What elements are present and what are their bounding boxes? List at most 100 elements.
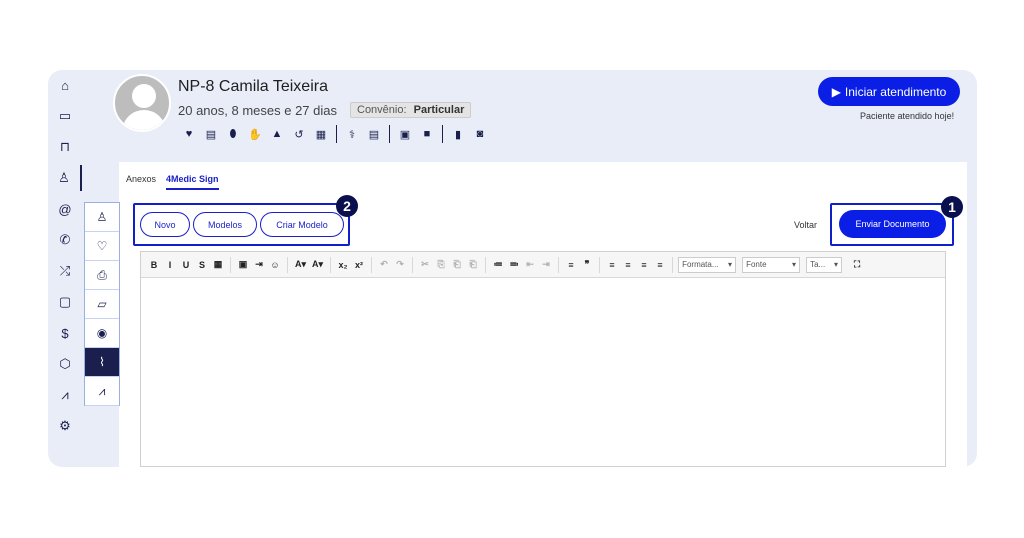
book-icon[interactable]: ▮: [447, 126, 469, 142]
rich-text-editor[interactable]: B I U S ▦ ▣ ⇥ ☺ A▾ A▾ x₂ x² ↶ ↷ ✂ ⎘ ⎗ ⎗ ≔ ≕ ⇤ ⇥ ≡ ❞ ≡ ≡ ≡ ≡ Formata.…: [140, 251, 946, 467]
toolbar-divider: [442, 125, 443, 143]
toolbar-button[interactable]: ↶: [377, 257, 391, 273]
format-select-label: Formata...: [682, 260, 719, 269]
voltar-link[interactable]: Voltar: [794, 220, 817, 230]
modelos-button[interactable]: Modelos: [193, 212, 257, 237]
clipboard-icon[interactable]: ▤: [200, 126, 222, 142]
sofa-icon[interactable]: ⊓: [48, 134, 82, 160]
clipboard-icon[interactable]: ▢: [48, 289, 82, 315]
toolbar-button[interactable]: ⎘: [434, 257, 448, 273]
step-badge-2: 2: [336, 195, 358, 217]
criar-modelo-button[interactable]: Criar Modelo: [260, 212, 344, 237]
font-select[interactable]: Fonte ▾: [742, 256, 801, 273]
start-appointment-button[interactable]: ▶ Iniciar atendimento: [818, 77, 960, 106]
subnav-chart-icon[interactable]: ⩘: [85, 377, 119, 406]
phone-icon[interactable]: ✆: [48, 227, 82, 253]
toolbar-button[interactable]: ⎗: [450, 257, 464, 273]
pill-icon[interactable]: ⬮: [222, 126, 244, 142]
toolbar-button[interactable]: ⇥: [252, 257, 266, 273]
shuffle-icon[interactable]: ⤮: [48, 258, 82, 284]
format-select[interactable]: Formata... ▾: [678, 256, 737, 273]
stethoscope-icon[interactable]: ⚕: [341, 126, 363, 142]
toolbar-button[interactable]: A▾: [310, 257, 325, 273]
subnav-camera-icon[interactable]: ◉: [85, 319, 119, 348]
toolbar-button[interactable]: ≡: [605, 257, 619, 273]
toolbar-button[interactable]: ▦: [211, 257, 225, 273]
calendar-check-icon[interactable]: ▣: [394, 126, 416, 142]
hand-icon[interactable]: ✋: [244, 126, 266, 142]
user-icon[interactable]: ♙: [48, 165, 82, 191]
subnav-user-icon[interactable]: ♙: [85, 203, 119, 232]
toolbar-button[interactable]: x²: [352, 257, 366, 273]
convenio-value: Particular: [413, 104, 465, 116]
patient-age: 20 anos, 8 meses e 27 dias: [178, 103, 337, 118]
toolbar-button[interactable]: ≡: [637, 257, 651, 273]
step-badge-1: 1: [941, 196, 963, 218]
toolbar-divider: [485, 256, 487, 273]
play-icon: ▶: [831, 84, 841, 99]
toolbar-button[interactable]: ❞: [580, 257, 594, 273]
toolbar-divider: [330, 256, 332, 273]
box-icon[interactable]: ⬡: [48, 351, 82, 377]
dollar-icon[interactable]: $: [48, 320, 82, 346]
toolbar-button[interactable]: B: [147, 257, 161, 273]
toolbar-divider: [412, 256, 414, 273]
toolbar-button[interactable]: ≡: [653, 257, 667, 273]
subnav-printer-icon[interactable]: ⎙: [85, 261, 119, 290]
convenio-badge: Convênio: Particular: [350, 102, 472, 118]
chevron-down-icon: ▾: [834, 260, 839, 269]
toolbar-button[interactable]: ✂: [418, 257, 432, 273]
font-select-label: Fonte: [746, 260, 767, 269]
toolbar-button[interactable]: ⇤: [523, 257, 537, 273]
patient-name: NP-8 Camila Teixeira: [178, 78, 328, 96]
toolbar-button[interactable]: ⇥: [539, 257, 553, 273]
toolbar-button[interactable]: ▣: [236, 257, 250, 273]
toolbar-button[interactable]: ≕: [507, 257, 521, 273]
patient-id: NP-8: [178, 78, 215, 95]
toolbar-button[interactable]: ≡: [564, 257, 578, 273]
toolbar-button[interactable]: ↷: [393, 257, 407, 273]
send-document-button[interactable]: Enviar Documento: [839, 210, 946, 238]
size-select[interactable]: Ta... ▾: [806, 256, 843, 273]
convenio-label: Convênio:: [357, 104, 407, 116]
warning-icon[interactable]: ▲: [266, 126, 288, 142]
tab-4medic-sign[interactable]: 4Medic Sign: [166, 174, 219, 190]
app-frame: ⌂ ▭ ⊓ ♙ @ ✆ ⤮ ▢ $ ⬡ ⩘ ⚙ NP-8 Camila Teixeira 20 ano…: [48, 70, 977, 467]
at-icon[interactable]: @: [48, 196, 82, 222]
list-icon[interactable]: ▤: [363, 126, 385, 142]
calendar-icon[interactable]: ▭: [48, 103, 82, 129]
subnav-paperclip-icon[interactable]: ⌇: [85, 348, 119, 377]
toolbar-button[interactable]: U: [179, 257, 193, 273]
attended-note: Paciente atendido hoje!: [860, 111, 955, 121]
toolbar-divider: [558, 256, 560, 273]
chart-icon[interactable]: ⩘: [48, 382, 82, 408]
subnav-folder-icon[interactable]: ▱: [85, 290, 119, 319]
toolbar-button[interactable]: ≔: [491, 257, 505, 273]
toolbar-button[interactable]: ⎗: [466, 257, 480, 273]
fullscreen-icon[interactable]: ⛶: [850, 257, 864, 273]
toolbar-divider: [336, 125, 337, 143]
novo-button[interactable]: Novo: [140, 212, 190, 237]
editor-toolbar: B I U S ▦ ▣ ⇥ ☺ A▾ A▾ x₂ x² ↶ ↷ ✂ ⎘ ⎗ ⎗ ≔ ≕ ⇤ ⇥ ≡ ❞ ≡ ≡ ≡ ≡ Formata.…: [141, 252, 945, 278]
home-icon[interactable]: ⌂: [48, 72, 82, 98]
tabs: Anexos 4Medic Sign: [126, 174, 219, 190]
video-icon[interactable]: ■: [416, 126, 438, 142]
toolbar-divider: [599, 256, 601, 273]
toolbar-button[interactable]: A▾: [293, 257, 308, 273]
toolbar-button[interactable]: ≡: [621, 257, 635, 273]
patient-actions-bar: ♥ ▤ ⬮ ✋ ▲ ↺ ▦ ⚕ ▤ ▣ ■ ▮ ◙: [178, 125, 491, 143]
tab-anexos[interactable]: Anexos: [126, 174, 156, 190]
avatar: [113, 74, 171, 132]
sub-navigation: ♙ ♡ ⎙ ▱ ◉ ⌇ ⩘: [84, 202, 120, 406]
toolbar-divider: [672, 256, 674, 273]
toolbar-button[interactable]: I: [163, 257, 177, 273]
history-icon[interactable]: ↺: [288, 126, 310, 142]
heartbeat-icon[interactable]: ♥: [178, 126, 200, 142]
subnav-heartbeat-icon[interactable]: ♡: [85, 232, 119, 261]
toolbar-button[interactable]: ☺: [268, 257, 282, 273]
robot-icon[interactable]: ◙: [469, 126, 491, 142]
gear-icon[interactable]: ⚙: [48, 413, 82, 439]
toolbar-button[interactable]: x₂: [336, 257, 350, 273]
toolbar-button[interactable]: S: [195, 257, 209, 273]
table-icon[interactable]: ▦: [310, 126, 332, 142]
